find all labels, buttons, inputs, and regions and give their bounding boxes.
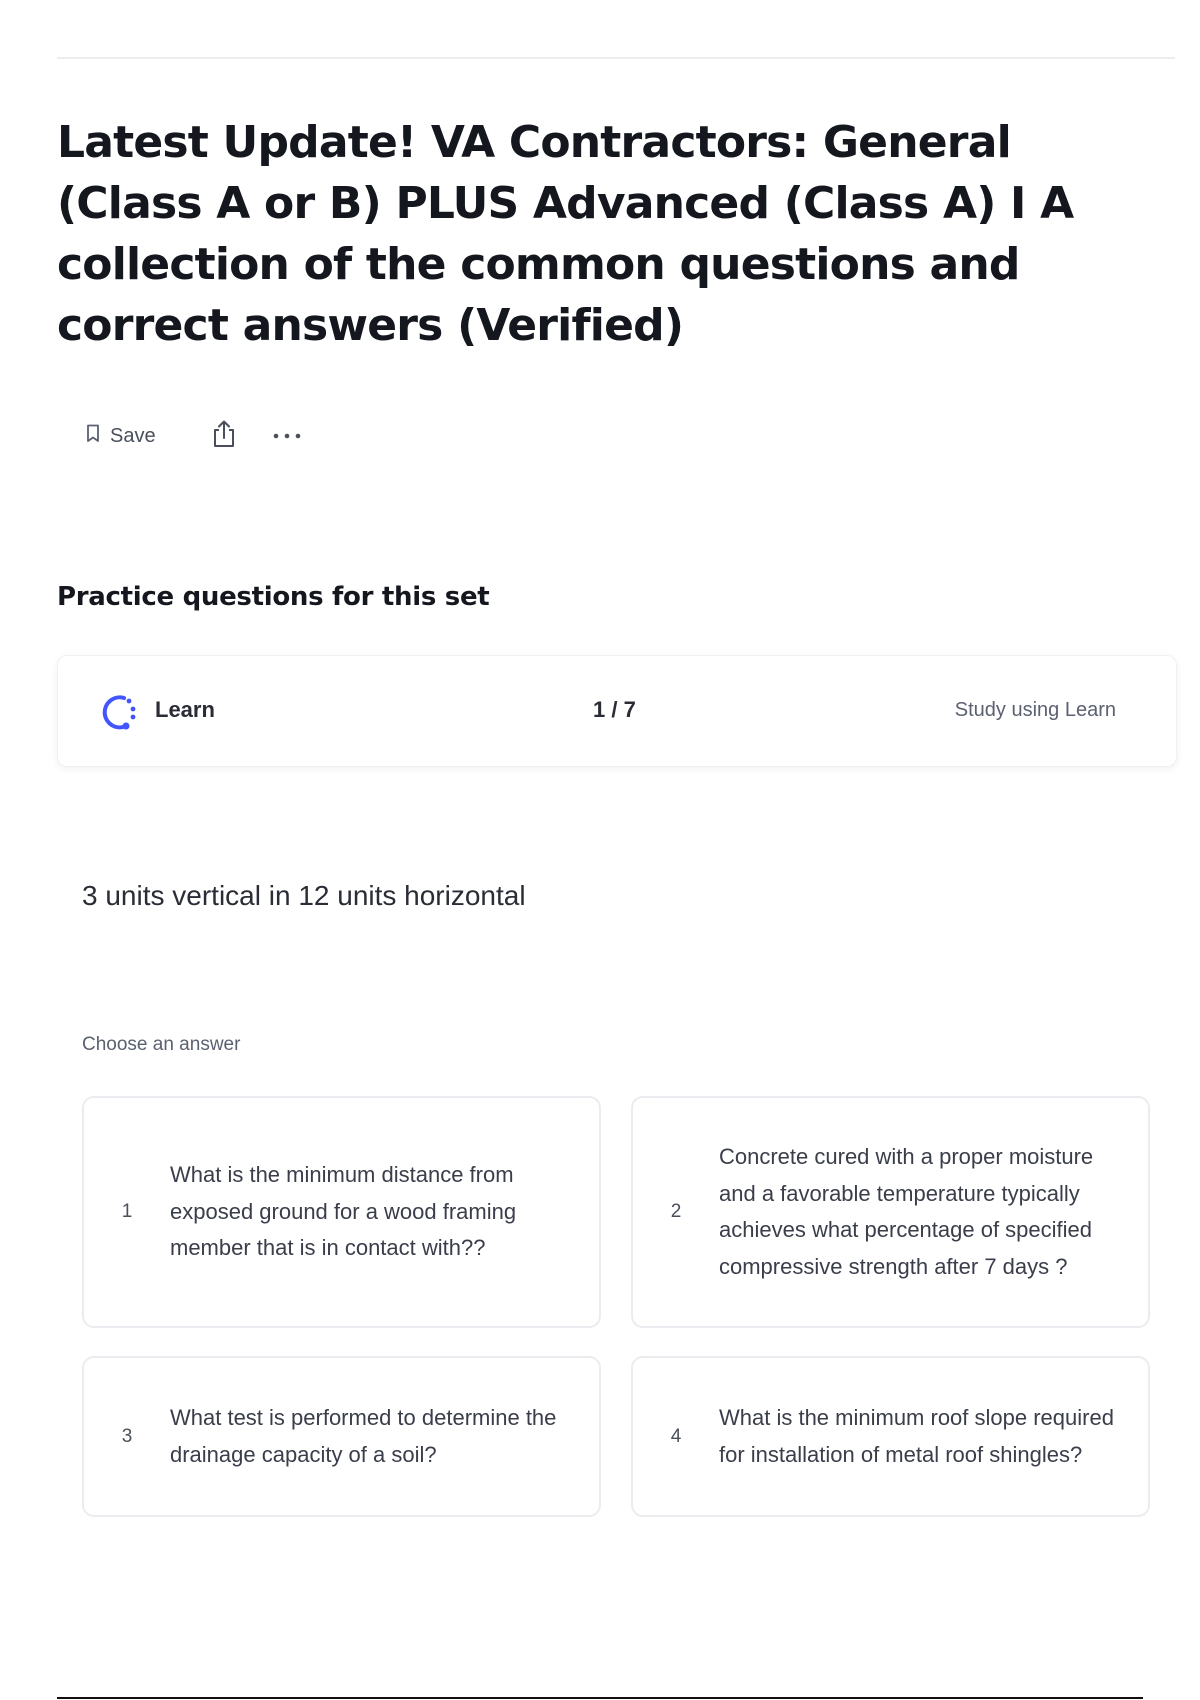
page-title: Latest Update! VA Contractors: General (…: [57, 117, 1074, 351]
choose-answer-label: Choose an answer: [82, 1034, 241, 1055]
answer-option-2[interactable]: 2 Concrete cured with a proper moisture …: [631, 1096, 1150, 1328]
set-toolbar: Save: [86, 418, 302, 454]
learn-mode-card: Learn 1 / 7 Study using Learn: [57, 655, 1177, 767]
more-horizontal-icon: [272, 427, 302, 445]
answer-option-1[interactable]: 1 What is the minimum distance from expo…: [82, 1096, 601, 1328]
question-progress: 1 / 7: [593, 697, 636, 722]
save-label: Save: [110, 424, 156, 447]
share-button[interactable]: [210, 419, 238, 454]
learn-icon: [96, 690, 140, 739]
question-prompt: 3 units vertical in 12 units horizontal: [82, 880, 526, 911]
bottom-divider: [57, 1697, 1143, 1699]
answer-text: What test is performed to determine the …: [170, 1405, 557, 1467]
share-icon: [210, 419, 238, 454]
answer-option-4[interactable]: 4 What is the minimum roof slope require…: [631, 1356, 1150, 1517]
answer-number: 1: [121, 1201, 133, 1222]
study-using-learn-link[interactable]: Study using Learn: [955, 699, 1116, 722]
answer-number: 4: [670, 1425, 682, 1447]
more-options-button[interactable]: [272, 427, 302, 445]
practice-heading: Practice questions for this set: [57, 582, 490, 612]
answer-text: Concrete cured with a proper moisture an…: [719, 1144, 1094, 1279]
bookmark-icon: [86, 424, 100, 448]
answer-option-3[interactable]: 3 What test is performed to determine th…: [82, 1356, 601, 1517]
answer-text: What is the minimum roof slope required …: [719, 1405, 1114, 1467]
answer-number: 2: [670, 1201, 682, 1222]
answer-number: 3: [121, 1425, 133, 1447]
learn-mode-label: Learn: [155, 697, 215, 722]
save-button[interactable]: Save: [86, 424, 156, 448]
answer-text: What is the minimum distance from expose…: [170, 1162, 517, 1261]
top-divider: [57, 57, 1175, 59]
